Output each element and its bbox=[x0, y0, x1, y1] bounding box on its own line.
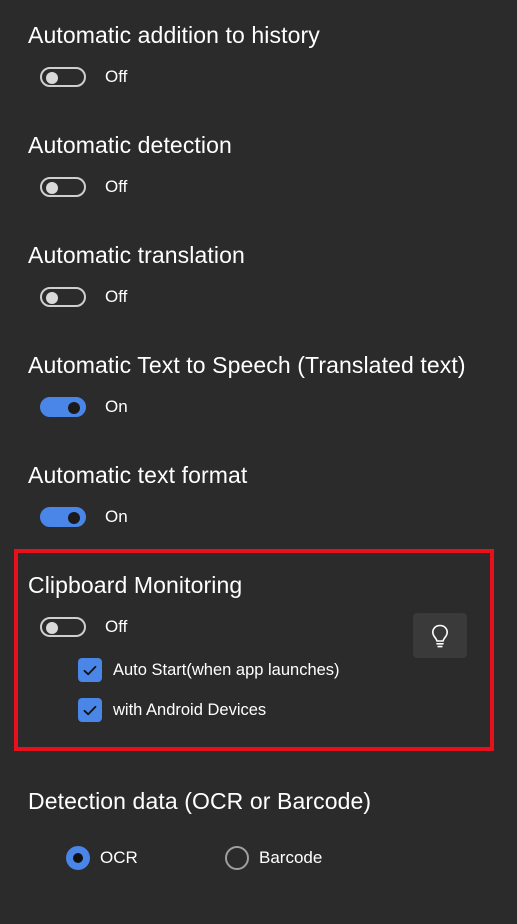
setting-title: Automatic addition to history bbox=[28, 22, 320, 48]
setting-title: Detection data (OCR or Barcode) bbox=[28, 788, 372, 814]
radio-ocr-option[interactable]: OCR bbox=[66, 846, 138, 870]
android-devices-checkbox[interactable] bbox=[78, 698, 102, 722]
toggle-knob bbox=[68, 512, 80, 524]
radio-barcode-label: Barcode bbox=[259, 848, 323, 867]
auto-tts-toggle[interactable] bbox=[40, 397, 86, 417]
setting-auto-tts: Automatic Text to Speech (Translated tex… bbox=[28, 350, 466, 420]
toggle-row: Off bbox=[40, 64, 320, 90]
android-devices-label: with Android Devices bbox=[113, 700, 267, 719]
checkmark-icon bbox=[83, 665, 97, 675]
toggle-knob bbox=[46, 292, 58, 304]
toggle-state-label: On bbox=[105, 397, 128, 416]
auto-translation-toggle[interactable] bbox=[40, 287, 86, 307]
auto-start-checkbox[interactable] bbox=[78, 658, 102, 682]
setting-title: Clipboard Monitoring bbox=[28, 572, 243, 598]
radio-barcode[interactable] bbox=[225, 846, 249, 870]
setting-auto-detection: Automatic detection Off bbox=[28, 130, 232, 200]
setting-detection-data: Detection data (OCR or Barcode) bbox=[28, 786, 371, 816]
toggle-knob bbox=[46, 622, 58, 634]
toggle-knob bbox=[68, 402, 80, 414]
toggle-knob bbox=[46, 182, 58, 194]
setting-auto-history: Automatic addition to history Off bbox=[28, 20, 320, 90]
android-devices-option[interactable]: with Android Devices bbox=[78, 698, 266, 722]
toggle-row: Off bbox=[40, 174, 232, 200]
radio-barcode-option[interactable]: Barcode bbox=[225, 846, 322, 870]
setting-title: Automatic translation bbox=[28, 242, 245, 268]
setting-title: Automatic detection bbox=[28, 132, 232, 158]
toggle-row: On bbox=[40, 394, 466, 420]
toggle-state-label: Off bbox=[105, 617, 128, 636]
toggle-state-label: Off bbox=[105, 287, 128, 306]
auto-history-toggle[interactable] bbox=[40, 67, 86, 87]
clipboard-monitoring-toggle[interactable] bbox=[40, 617, 86, 637]
auto-text-format-toggle[interactable] bbox=[40, 507, 86, 527]
toggle-state-label: Off bbox=[105, 67, 128, 86]
toggle-knob bbox=[46, 72, 58, 84]
hint-button[interactable] bbox=[413, 613, 467, 658]
toggle-row: On bbox=[40, 504, 247, 530]
auto-start-label: Auto Start(when app launches) bbox=[113, 660, 340, 679]
setting-auto-text-format: Automatic text format On bbox=[28, 460, 247, 530]
setting-title: Automatic text format bbox=[28, 462, 248, 488]
radio-ocr-label: OCR bbox=[100, 848, 138, 867]
checkmark-icon bbox=[83, 705, 97, 715]
setting-auto-translation: Automatic translation Off bbox=[28, 240, 245, 310]
toggle-state-label: On bbox=[105, 507, 128, 526]
radio-ocr[interactable] bbox=[66, 846, 90, 870]
setting-clipboard-monitoring: Clipboard Monitoring Off bbox=[28, 570, 242, 640]
auto-start-option[interactable]: Auto Start(when app launches) bbox=[78, 658, 340, 682]
auto-detection-toggle[interactable] bbox=[40, 177, 86, 197]
toggle-state-label: Off bbox=[105, 177, 128, 196]
toggle-row: Off bbox=[40, 614, 242, 640]
toggle-row: Off bbox=[40, 284, 245, 310]
lightbulb-icon bbox=[432, 624, 448, 647]
setting-title: Automatic Text to Speech (Translated tex… bbox=[28, 352, 466, 378]
